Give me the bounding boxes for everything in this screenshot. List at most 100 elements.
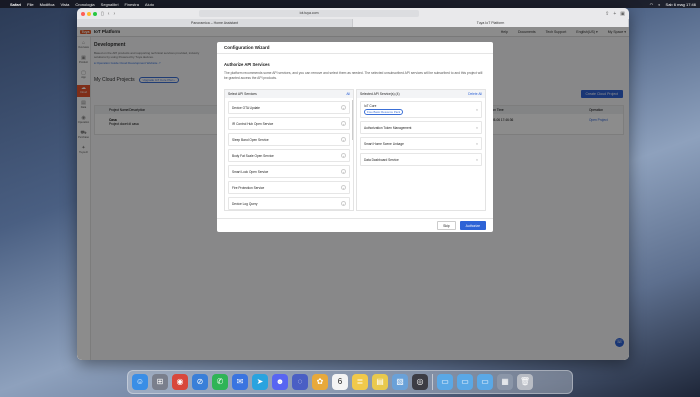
toolbar-right: ⇪ + ▣ [605, 11, 625, 17]
applications-folder-icon[interactable]: ▭ [477, 374, 493, 390]
menu-edit[interactable]: Modifica [40, 2, 55, 7]
selected-item: Data Dashboard Service × [360, 153, 482, 166]
service-item[interactable]: Body Fat Scale Open Service › [228, 149, 350, 162]
selected-item: Authorization Token Management × [360, 121, 482, 134]
api-transfer-panels: Select API Services All Device OTA Updat… [224, 89, 486, 211]
left-scrollbar[interactable] [351, 100, 353, 140]
selected-services-panel: Selected API Service(s) (4) Delete All I… [356, 89, 486, 211]
menubar-status: ◠ ◐ Sab 6 mag 17:46 [650, 2, 696, 7]
calendar-icon[interactable]: 6 [332, 374, 348, 390]
forward-icon[interactable]: › [113, 11, 115, 17]
service-label: Body Fat Scale Open Service [232, 153, 274, 158]
service-label: Fire Protection Service [232, 185, 265, 190]
browser-toolbar: ▯ ‹ › iot.tuya.com ⇪ + ▣ [77, 8, 629, 19]
left-panel-title: Select API Services [228, 92, 257, 96]
downloads-folder-icon[interactable]: ▭ [437, 374, 453, 390]
available-services-panel: Select API Services All Device OTA Updat… [224, 89, 354, 211]
delete-all-button[interactable]: Delete All [468, 92, 482, 96]
mac-menubar: Safari File Modifica Vista Cronologia Se… [0, 0, 700, 8]
stickies-icon[interactable]: ▤ [372, 374, 388, 390]
finder-icon[interactable]: ☺ [132, 374, 148, 390]
chevron-right-icon[interactable]: › [341, 185, 346, 190]
dock-separator [432, 374, 433, 390]
selected-item: Smart Home Scene Linkage × [360, 137, 482, 150]
selected-label: Authorization Token Management [364, 125, 412, 130]
sidebar-toggle-icon[interactable]: ▯ [101, 11, 104, 17]
service-label: IR Control Hub Open Service [232, 121, 274, 126]
safari-icon[interactable]: ⊘ [192, 374, 208, 390]
selected-label: IoT Core [364, 104, 377, 108]
zoom-window-button[interactable] [93, 11, 97, 16]
menu-window[interactable]: Finestra [124, 2, 138, 7]
menu-history[interactable]: Cronologia [75, 2, 94, 7]
chevron-right-icon[interactable]: › [341, 121, 346, 126]
browser-tabs: Panoramica – Home Assistant Tuya IoT Pla… [77, 19, 629, 27]
chevron-right-icon[interactable]: › [341, 137, 346, 142]
wifi-icon[interactable]: ◠ [650, 2, 654, 7]
left-panel-header: Select API Services All [225, 90, 353, 98]
discord-icon[interactable]: ☻ [272, 374, 288, 390]
notes-icon[interactable]: ≣ [352, 374, 368, 390]
chevron-right-icon[interactable]: › [341, 153, 346, 158]
menubar-clock[interactable]: Sab 6 mag 17:46 [666, 2, 696, 7]
service-item[interactable]: Device OTA Update › [228, 101, 350, 114]
documents-folder-icon[interactable]: ▭ [457, 374, 473, 390]
tab-home-assistant[interactable]: Panoramica – Home Assistant [77, 19, 353, 27]
chevron-right-icon[interactable]: › [341, 105, 346, 110]
mac-dock: ☺ ⊞ ◉ ⊘ ✆ ✉ ➤ ☻ ◌ ✿ 6 ≣ ▤ ▧ ◎ ▭ ▭ ▭ ▦ 🗑 [127, 370, 573, 394]
chrome-icon[interactable]: ◉ [172, 374, 188, 390]
remove-icon[interactable]: × [476, 126, 478, 130]
remove-icon[interactable]: × [476, 142, 478, 146]
tab-tuya[interactable]: Tuya IoT Platform [353, 19, 629, 27]
remove-icon[interactable]: × [476, 158, 478, 162]
service-label: Device Log Query [232, 201, 258, 206]
skip-button[interactable]: Skip [437, 221, 456, 230]
back-icon[interactable]: ‹ [108, 11, 110, 17]
control-center-icon[interactable]: ◐ [658, 2, 660, 7]
tab-overview-icon[interactable]: ▣ [620, 11, 625, 17]
chevron-right-icon[interactable]: › [341, 201, 346, 206]
launchpad-icon[interactable]: ⊞ [152, 374, 168, 390]
authorize-button[interactable]: Authorize [459, 221, 486, 230]
close-window-button[interactable] [81, 11, 85, 16]
menu-safari[interactable]: Safari [10, 2, 21, 7]
arc-icon[interactable]: ◌ [292, 374, 308, 390]
signal-icon[interactable]: ✉ [232, 374, 248, 390]
service-item[interactable]: Device Log Query › [228, 197, 350, 210]
dialog-footer: Skip Authorize [217, 218, 493, 232]
plan-select[interactable]: Free Basic Resource Pack [364, 109, 404, 115]
safari-window: ▯ ‹ › iot.tuya.com ⇪ + ▣ Panoramica – Ho… [77, 8, 629, 360]
select-all-button[interactable]: All [346, 92, 350, 96]
quicktime-icon[interactable]: ◎ [412, 374, 428, 390]
configuration-wizard-dialog: Configuration Wizard Authorize API Servi… [217, 42, 493, 232]
telegram-icon[interactable]: ➤ [252, 374, 268, 390]
right-panel-header: Selected API Service(s) (4) Delete All [357, 90, 485, 98]
menu-view[interactable]: Vista [60, 2, 69, 7]
menu-bookmarks[interactable]: Segnalibri [101, 2, 119, 7]
whatsapp-icon[interactable]: ✆ [212, 374, 228, 390]
minimize-window-button[interactable] [87, 11, 91, 16]
preview-icon[interactable]: ▧ [392, 374, 408, 390]
service-item[interactable]: Fire Protection Service › [228, 181, 350, 194]
address-bar[interactable]: iot.tuya.com [199, 10, 420, 17]
tuya-page: Tuya IoT Platform Help Documents Tech Su… [77, 27, 629, 360]
remove-icon[interactable]: × [476, 108, 478, 112]
menu-file[interactable]: File [27, 2, 33, 7]
service-label: Device OTA Update [232, 105, 260, 110]
service-item[interactable]: Sleep Band Open Service › [228, 133, 350, 146]
screenshot-icon[interactable]: ▦ [497, 374, 513, 390]
right-panel-title: Selected API Service(s) (4) [360, 92, 400, 96]
menu-help[interactable]: Aiuto [145, 2, 154, 7]
selected-label: Data Dashboard Service [364, 157, 399, 162]
chevron-right-icon[interactable]: › [341, 169, 346, 174]
share-icon[interactable]: ⇪ [605, 11, 609, 17]
trash-icon[interactable]: 🗑 [517, 374, 533, 390]
service-item[interactable]: Smart Lock Open Service › [228, 165, 350, 178]
service-label: Smart Lock Open Service [232, 169, 269, 174]
photos-icon[interactable]: ✿ [312, 374, 328, 390]
selected-label: Smart Home Scene Linkage [364, 141, 404, 146]
service-item[interactable]: IR Control Hub Open Service › [228, 117, 350, 130]
new-tab-icon[interactable]: + [613, 11, 616, 17]
dialog-title: Authorize API Services [224, 62, 270, 67]
dialog-description: The platform recommends some API service… [224, 71, 483, 80]
